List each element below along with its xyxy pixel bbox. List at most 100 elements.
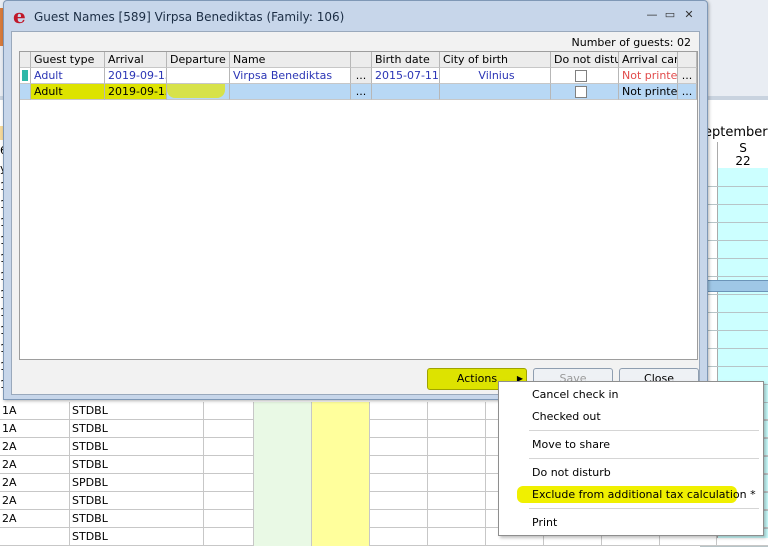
- calendar-cell[interactable]: [312, 510, 370, 528]
- calendar-cell[interactable]: [428, 474, 486, 492]
- menu-item-checked-out[interactable]: Checked out: [532, 410, 601, 423]
- menu-item-move-to-share[interactable]: Move to share: [532, 438, 610, 451]
- cell-birth-date[interactable]: [372, 84, 440, 100]
- room-room-cell[interactable]: 2A: [0, 456, 70, 474]
- arrival-card-button[interactable]: ...: [678, 68, 697, 84]
- calendar-cell[interactable]: [204, 402, 254, 420]
- menu-item-cancel-check-in[interactable]: Cancel check in: [532, 388, 619, 401]
- cell-city-of-birth[interactable]: [440, 84, 551, 100]
- col-header-departure[interactable]: Departure: [167, 52, 230, 68]
- cell-departure[interactable]: [167, 84, 230, 100]
- room-room-cell[interactable]: 2A: [0, 438, 70, 456]
- col-header-arrival-card[interactable]: Arrival card: [619, 52, 678, 68]
- calendar-cell[interactable]: [204, 492, 254, 510]
- cell-name[interactable]: Virpsa Benediktas: [230, 68, 351, 84]
- calendar-cell[interactable]: [370, 528, 428, 546]
- calendar-cell[interactable]: [254, 528, 312, 546]
- cell-arrival-card[interactable]: Not printed: [619, 68, 678, 84]
- calendar-cell[interactable]: [254, 456, 312, 474]
- room-room-cell[interactable]: 1A: [0, 420, 70, 438]
- calendar-cell[interactable]: [428, 492, 486, 510]
- room-room-cell[interactable]: 2A: [0, 474, 70, 492]
- room-type-cell[interactable]: STDBL: [70, 438, 204, 456]
- do-not-disturb-checkbox[interactable]: [575, 70, 587, 82]
- cell-city-of-birth[interactable]: Vilnius: [440, 68, 551, 84]
- room-type-cell[interactable]: STDBL: [70, 402, 204, 420]
- calendar-cell[interactable]: [312, 456, 370, 474]
- col-header-name[interactable]: Name: [230, 52, 351, 68]
- calendar-cell[interactable]: [428, 456, 486, 474]
- close-icon[interactable]: ✕: [681, 8, 697, 22]
- calendar-cell[interactable]: [204, 420, 254, 438]
- calendar-cell[interactable]: [312, 528, 370, 546]
- col-header-guest-type[interactable]: Guest type: [31, 52, 105, 68]
- calendar-cell[interactable]: [312, 402, 370, 420]
- calendar-cell[interactable]: [370, 402, 428, 420]
- calendar-cell[interactable]: [312, 474, 370, 492]
- menu-item-do-not-disturb[interactable]: Do not disturb: [532, 466, 611, 479]
- calendar-cell[interactable]: [254, 402, 312, 420]
- cell-name[interactable]: [230, 84, 351, 100]
- row-indicator[interactable]: [20, 68, 31, 84]
- name-lookup-button[interactable]: ...: [351, 68, 372, 84]
- col-header-arrival[interactable]: Arrival: [105, 52, 167, 68]
- calendar-cell[interactable]: [204, 474, 254, 492]
- cell-guest-type[interactable]: Adult: [31, 84, 105, 100]
- cell-arrival[interactable]: 2019-09-15: [105, 84, 167, 100]
- calendar-month-label: eptember: [704, 125, 768, 140]
- calendar-cell[interactable]: [312, 492, 370, 510]
- cell-birth-date[interactable]: 2015-07-11: [372, 68, 440, 84]
- calendar-cell[interactable]: [370, 510, 428, 528]
- row-indicator[interactable]: [20, 84, 31, 100]
- calendar-cell[interactable]: [254, 420, 312, 438]
- room-type-cell[interactable]: STDBL: [70, 420, 204, 438]
- calendar-cell[interactable]: [204, 438, 254, 456]
- minimize-icon[interactable]: —: [644, 8, 660, 22]
- room-type-cell[interactable]: SPDBL: [70, 474, 204, 492]
- col-header-city-of-birth[interactable]: City of birth: [440, 52, 551, 68]
- calendar-cell[interactable]: [254, 510, 312, 528]
- calendar-cell[interactable]: [428, 420, 486, 438]
- calendar-cell[interactable]: [254, 474, 312, 492]
- room-room-cell[interactable]: 1A: [0, 402, 70, 420]
- calendar-cell[interactable]: [312, 438, 370, 456]
- calendar-cell[interactable]: [254, 438, 312, 456]
- restore-icon[interactable]: ▭: [662, 8, 678, 22]
- do-not-disturb-checkbox[interactable]: [575, 86, 587, 98]
- name-lookup-button[interactable]: ...: [351, 84, 372, 100]
- calendar-cell[interactable]: [428, 438, 486, 456]
- dialog-titlebar[interactable]: e Guest Names [589] Virpsa Benediktas (F…: [4, 1, 707, 31]
- col-header-do-not-disturb[interactable]: Do not disturb: [551, 52, 619, 68]
- calendar-cell[interactable]: [370, 492, 428, 510]
- calendar-cell[interactable]: [254, 492, 312, 510]
- calendar-cell[interactable]: [370, 438, 428, 456]
- room-room-cell[interactable]: 2A: [0, 492, 70, 510]
- menu-item-exclude-tax[interactable]: Exclude from additional tax calculation …: [532, 488, 756, 501]
- arrival-card-button[interactable]: ...: [678, 84, 697, 100]
- menu-item-print[interactable]: Print: [532, 516, 557, 529]
- room-type-cell[interactable]: STDBL: [70, 510, 204, 528]
- cell-guest-type[interactable]: Adult: [31, 68, 105, 84]
- room-type-cell[interactable]: STDBL: [70, 528, 204, 546]
- table-row-selected[interactable]: Adult 2019-09-15 ... Not printed ...: [20, 84, 697, 100]
- room-type-cell[interactable]: STDBL: [70, 492, 204, 510]
- calendar-cell[interactable]: [312, 420, 370, 438]
- cell-arrival-card[interactable]: Not printed: [619, 84, 678, 100]
- room-room-cell[interactable]: 2A: [0, 510, 70, 528]
- calendar-cell[interactable]: [428, 528, 486, 546]
- calendar-cell[interactable]: [370, 456, 428, 474]
- calendar-selection-bar[interactable]: [700, 280, 768, 292]
- calendar-cell[interactable]: [370, 420, 428, 438]
- col-header-birth-date[interactable]: Birth date: [372, 52, 440, 68]
- calendar-cell[interactable]: [428, 402, 486, 420]
- table-row[interactable]: Adult 2019-09-15 Virpsa Benediktas ... 2…: [20, 68, 697, 84]
- room-room-cell[interactable]: [0, 528, 70, 546]
- cell-departure[interactable]: [167, 68, 230, 84]
- calendar-cell[interactable]: [428, 510, 486, 528]
- calendar-cell[interactable]: [204, 510, 254, 528]
- room-type-cell[interactable]: STDBL: [70, 456, 204, 474]
- calendar-cell[interactable]: [204, 456, 254, 474]
- calendar-cell[interactable]: [370, 474, 428, 492]
- cell-arrival[interactable]: 2019-09-15: [105, 68, 167, 84]
- calendar-cell[interactable]: [204, 528, 254, 546]
